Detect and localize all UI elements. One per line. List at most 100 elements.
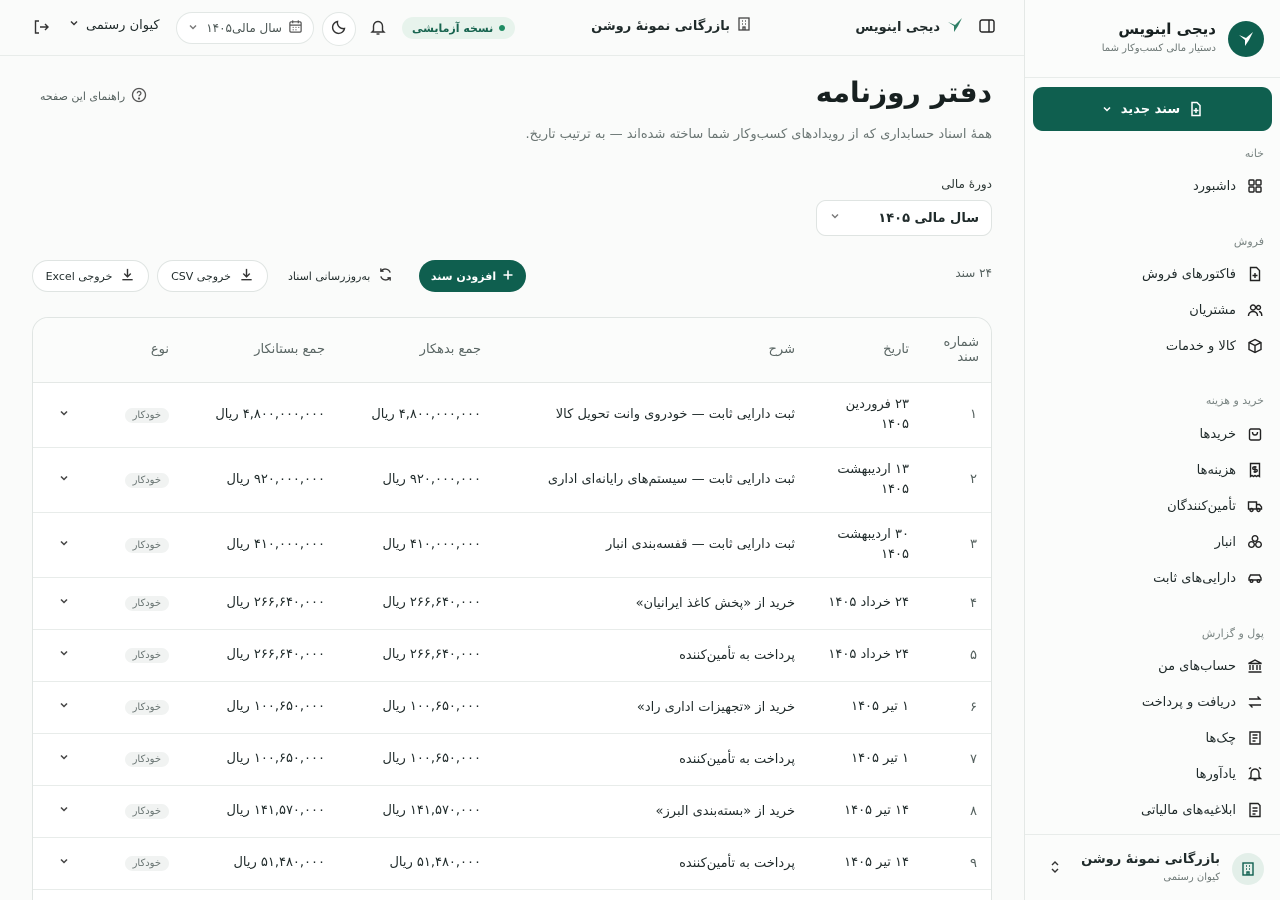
expand-row-button[interactable] — [33, 447, 97, 513]
logout-icon[interactable] — [32, 18, 50, 36]
cell-date: ۱ تیر ۱۴۰۵ — [811, 681, 909, 734]
cell-debit: ۱۴۱,۵۷۰,۰۰۰ ریال — [325, 785, 481, 838]
expand-row-button[interactable] — [33, 785, 97, 838]
cell-description: ثبت دارایی ثابت — قفسه‌بندی انبار — [481, 512, 811, 578]
sidebar-item-cheques[interactable]: چک‌ها — [1033, 722, 1272, 754]
sidebar-item-label: انبار — [1214, 534, 1236, 550]
cheque-icon — [1246, 729, 1264, 747]
table-row[interactable]: ۶۱ تیر ۱۴۰۵ خرید از «تجهیزات اداری راد» ۱۰… — [33, 681, 991, 734]
cell-credit: ۱۴۱,۵۷۰,۰۰۰ ریال — [169, 785, 325, 838]
moon-icon — [331, 19, 347, 39]
cell-date: ۱ تیر ۱۴۰۵ — [811, 733, 909, 786]
bag-icon — [1246, 425, 1264, 443]
sidebar-item-dashboard[interactable]: داشبورد — [1033, 170, 1272, 202]
table-row[interactable]: ۹ ۱۴ تیر ۱۴۰۵ پرداخت به تأمین‌کننده ۵۱,۴۸۰,… — [33, 837, 991, 890]
sidebar-item-expenses[interactable]: هزینه‌ها — [1033, 454, 1272, 486]
expand-row-button[interactable] — [33, 681, 97, 734]
nav-group-title-home: خانه — [1244, 147, 1264, 160]
type-badge: خودکار — [124, 472, 169, 488]
chevron-down-icon — [58, 596, 70, 611]
header-credit[interactable]: جمع بستانکار — [169, 318, 325, 383]
brand-leaf-icon — [946, 16, 964, 38]
expand-row-button[interactable] — [33, 629, 97, 682]
add-document-button[interactable]: افزودن سند — [419, 260, 526, 292]
cell-debit: ۲۶۶,۶۴۰,۰۰۰ ریال — [325, 577, 481, 630]
table-row[interactable]: ۳ ۳۰ اردیبهشت ۱۴۰۵ ثبت دارایی ثابت — قفسه‌… — [33, 512, 991, 578]
sidebar-item-label: فاکتورهای فروش — [1142, 266, 1236, 282]
export-excel-button[interactable]: خروجی Excel — [32, 260, 149, 292]
table-row[interactable]: ۸ ۱۴ تیر ۱۴۰۵ خرید از «بسته‌بندی البرز» ۱۴۱… — [33, 785, 991, 838]
cell-doc-number: ۸ — [909, 785, 991, 838]
chevron-down-icon — [58, 538, 70, 553]
cell-debit: ۵۱,۴۸۰,۰۰۰ ریال — [325, 837, 481, 890]
expand-row-button[interactable] — [33, 733, 97, 786]
header-description[interactable]: شرح — [481, 318, 811, 383]
export-csv-button[interactable]: خروجی CSV — [157, 260, 268, 292]
sidebar-item-label: هزینه‌ها — [1196, 462, 1236, 478]
sidebar-item-customers[interactable]: مشتریان — [1033, 294, 1272, 326]
chevron-down-icon — [58, 856, 70, 871]
sidebar-toggle-icon[interactable] — [978, 17, 996, 35]
user-menu[interactable]: کیوان رستمی — [68, 17, 160, 33]
chevron-down-icon — [58, 473, 70, 488]
sidebar-item-products[interactable]: کالا و خدمات — [1033, 330, 1272, 362]
table-row[interactable]: ۱ ۲۳ فروردین ۱۴۰۵ ثبت دارایی ثابت — خودروی… — [33, 382, 991, 448]
table-row[interactable]: ۷۱ تیر ۱۴۰۵ پرداخت به تأمین‌کننده ۱۰۰,۶۵۰,… — [33, 733, 991, 786]
cell-description: خرید از «تجهیزات اداری راد» — [481, 681, 811, 734]
help-link[interactable]: راهنمای این صفحه — [40, 87, 147, 106]
type-badge: خودکار — [124, 752, 169, 767]
account-user: کیوان رستمی — [1163, 872, 1220, 883]
sidebar-item-reminders[interactable]: یادآورها — [1033, 758, 1272, 790]
period-label: دورهٔ مالی — [941, 177, 992, 191]
expand-row-button[interactable] — [33, 512, 97, 578]
chevron-up-down-icon[interactable] — [1049, 859, 1061, 879]
nav-group-title-money: پول و گزارش — [1201, 627, 1264, 640]
sidebar-item-fixed-assets[interactable]: دارایی‌های ثابت — [1033, 562, 1272, 594]
expand-row-button[interactable] — [33, 382, 97, 448]
sidebar-item-tax-notices[interactable]: ابلاغیه‌های مالیاتی — [1033, 794, 1272, 826]
sidebar-item-purchases[interactable]: خریدها — [1033, 418, 1272, 450]
header-date[interactable]: تاریخ — [811, 318, 909, 383]
expand-row-button[interactable] — [33, 837, 97, 890]
cell-description: خرید از «پخش کاغذ ایرانیان» — [481, 577, 811, 630]
new-doc-button[interactable]: سند جدید — [1033, 87, 1272, 131]
expand-row-button[interactable] — [33, 577, 97, 630]
table-row[interactable]: ۴ ۲۴ خرداد ۱۴۰۵ خرید از «پخش کاغذ ایرانیان… — [33, 577, 991, 630]
help-icon — [131, 87, 147, 106]
fiscal-year-select[interactable]: سال مالی۱۴۰۵ — [176, 12, 314, 44]
refresh-documents-button[interactable]: به‌روزرسانی اسناد — [282, 260, 399, 292]
sidebar-item-warehouse[interactable]: انبار — [1033, 526, 1272, 558]
header-type[interactable]: نوع — [97, 318, 169, 383]
sidebar-item-my-accounts[interactable]: حساب‌های من — [1033, 650, 1272, 682]
cell-date: ۱۴ تیر ۱۴۰۵ — [811, 785, 909, 838]
header-doc-number[interactable]: شماره سند — [909, 318, 991, 383]
period-select[interactable]: سال مالی ۱۴۰۵ — [816, 200, 992, 236]
cell-date: ۲۴ خرداد ۱۴۰۵ — [811, 577, 909, 630]
cell-debit: ۹۲۰,۰۰۰,۰۰۰ ریال — [325, 447, 481, 513]
sidebar-item-label: داشبورد — [1193, 178, 1236, 194]
cell-doc-number: ۲ — [909, 447, 991, 513]
table-row[interactable]: ۲ ۱۳ اردیبهشت ۱۴۰۵ ثبت دارایی ثابت — سیستم… — [33, 447, 991, 513]
sidebar-item-sales-invoices[interactable]: فاکتورهای فروش — [1033, 258, 1272, 290]
cell-date: ۱۳ اردیبهشت ۱۴۰۵ — [811, 447, 909, 513]
alarm-icon — [1246, 765, 1264, 783]
cell-credit: ۲۶۶,۶۴۰,۰۰۰ ریال — [169, 577, 325, 630]
sidebar-item-label: مشتریان — [1189, 302, 1236, 318]
theme-toggle-button[interactable] — [322, 12, 356, 46]
bell-icon[interactable] — [369, 18, 387, 36]
brand-title: دیجی اینویس — [1118, 20, 1216, 38]
sidebar-brand: دیجی اینویس دستیار مالی کسب‌وکار شما — [1025, 0, 1280, 78]
cell-debit: ۴,۸۰۰,۰۰۰,۰۰۰ ریال — [325, 382, 481, 448]
header-debit[interactable]: جمع بدهکار — [325, 318, 481, 383]
cell-credit: ۴۱۰,۰۰۰,۰۰۰ ریال — [169, 512, 325, 578]
chevron-down-icon — [58, 648, 70, 663]
sidebar-item-receipts-payments[interactable]: دریافت و پرداخت — [1033, 686, 1272, 718]
invoice-icon — [1246, 265, 1264, 283]
cell-type: خودکار — [97, 733, 169, 786]
account-switcher[interactable]: بازرگانی نمونهٔ روشن کیوان رستمی — [1025, 834, 1280, 900]
cell-doc-number: ۳ — [909, 512, 991, 578]
sidebar-item-suppliers[interactable]: تأمین‌کنندگان — [1033, 490, 1272, 522]
cell-credit: ۱۰۰,۶۵۰,۰۰۰ ریال — [169, 681, 325, 734]
table-row[interactable]: ۵ ۲۴ خرداد ۱۴۰۵ پرداخت به تأمین‌کننده ۲۶۶,۶… — [33, 629, 991, 682]
cell-credit: ۱۰۰,۶۵۰,۰۰۰ ریال — [169, 733, 325, 786]
